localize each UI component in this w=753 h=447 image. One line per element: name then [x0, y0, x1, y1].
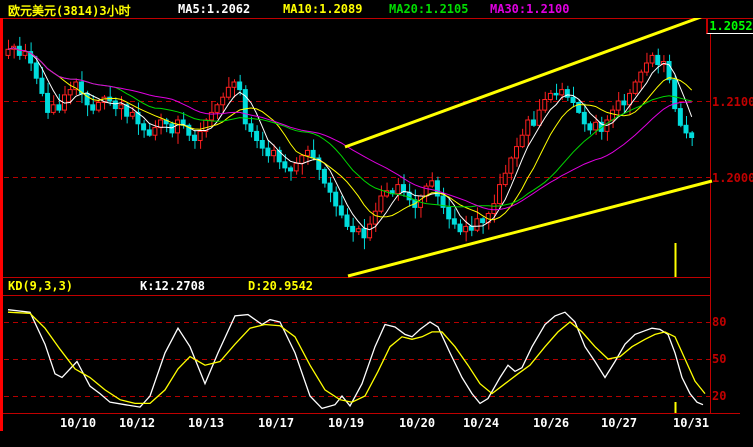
- price-axis-label: 1.2100: [712, 95, 753, 109]
- kd-indicator-name[interactable]: KD(9,3,3): [8, 279, 73, 293]
- date-axis-label: 10/20: [399, 416, 436, 430]
- ma5-value-label: MA5:1.2062: [178, 2, 251, 16]
- kd-k-value-label: K:12.2708: [140, 279, 206, 293]
- date-axis-label: 10/26: [533, 416, 570, 430]
- status-bar: 恒指数 0.0/0.0 LME铜03 0.0/0.0 美元指数 99.65/0.…: [0, 431, 753, 447]
- date-axis-label: 10/13: [188, 416, 225, 430]
- price-axis-label: 1.2000: [712, 171, 753, 185]
- date-axis-label: 10/17: [258, 416, 295, 430]
- ma20-value-label: MA20:1.2105: [389, 2, 469, 16]
- kd-axis-label: 50: [712, 352, 727, 366]
- date-axis-label: 10/31: [673, 416, 710, 430]
- symbol-title: 欧元美元(3814)3小时: [8, 4, 131, 18]
- kd-axis-label: 80: [712, 315, 727, 329]
- ma10-value-label: MA10:1.2089: [283, 2, 363, 16]
- chart-window: 欧元美元(3814)3小时 MA5:1.2062 MA10:1.2089 MA2…: [0, 0, 753, 447]
- candle-layer: [5, 36, 695, 250]
- current-price-box: 1.2052: [706, 19, 753, 34]
- kd-d-value-label: D:20.9542: [248, 279, 314, 293]
- chart-header-bar: 欧元美元(3814)3小时 MA5:1.2062 MA10:1.2089 MA2…: [0, 0, 753, 18]
- date-axis-label: 10/27: [601, 416, 638, 430]
- window-left-border: [0, 0, 3, 447]
- date-axis-label: 10/19: [328, 416, 365, 430]
- date-axis-label: 10/24: [463, 416, 500, 430]
- candlestick-chart-canvas[interactable]: [0, 0, 753, 447]
- ma30-value-label: MA30:1.2100: [490, 2, 570, 16]
- date-axis-label: 10/12: [119, 416, 156, 430]
- date-axis-label: 10/10: [60, 416, 97, 430]
- kd-axis-label: 20: [712, 389, 727, 403]
- kd-indicator-header: KD(9,3,3) K:12.2708 D:20.9542: [0, 279, 753, 295]
